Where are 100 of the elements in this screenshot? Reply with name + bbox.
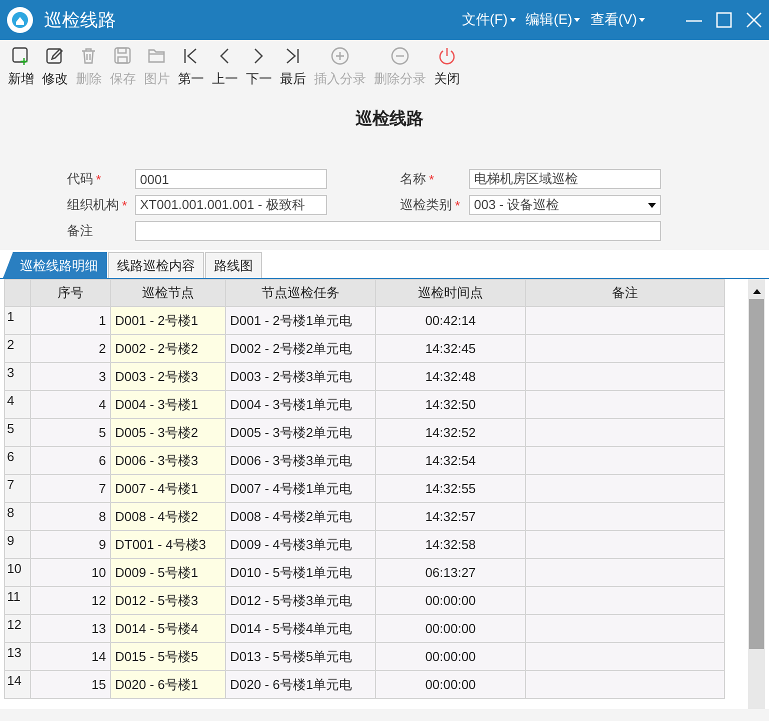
- maximize-icon[interactable]: [715, 11, 733, 29]
- table-cell: 00:00:00: [376, 670, 526, 698]
- input-field[interactable]: [135, 221, 661, 241]
- row-number: 8: [4, 502, 30, 530]
- dropdown-field[interactable]: 003 - 设备巡检: [469, 195, 661, 215]
- column-header[interactable]: 巡检时间点: [376, 280, 526, 306]
- table-cell: D003 - 2号楼3: [110, 362, 226, 390]
- table-cell: 00:42:14: [376, 306, 526, 334]
- dropdown-caret-icon: [648, 202, 656, 208]
- tab[interactable]: 巡检线路明细: [3, 252, 107, 278]
- table-cell: D020 - 6号楼1: [110, 670, 226, 698]
- field-label: 代码: [67, 170, 93, 188]
- row-number: 9: [4, 530, 30, 558]
- field-label: 组织机构: [67, 196, 119, 214]
- input-field[interactable]: 0001: [135, 169, 327, 189]
- toolbar-button[interactable]: 上一: [208, 44, 242, 95]
- toolbar-button[interactable]: 关闭: [430, 44, 464, 95]
- table-cell: 00:00:00: [376, 586, 526, 614]
- input-field[interactable]: XT001.001.001.001 - 极致科: [135, 195, 327, 215]
- toolbar-button[interactable]: 第一: [174, 44, 208, 95]
- table-cell: 14:32:55: [376, 474, 526, 502]
- table-cell: 3: [30, 362, 110, 390]
- table-cell: D007 - 4号楼1: [110, 474, 226, 502]
- table-cell: 6: [30, 446, 110, 474]
- save-icon: [113, 46, 133, 66]
- table-cell: 14:32:52: [376, 418, 526, 446]
- table-cell: 00:00:00: [376, 614, 526, 642]
- row-number: 3: [4, 362, 30, 390]
- table-cell: D003 - 2号楼3单元电: [226, 362, 376, 390]
- table-cell: 14:32:57: [376, 502, 526, 530]
- field-label: 巡检类别: [400, 196, 452, 214]
- table-cell: 5: [30, 418, 110, 446]
- row-number: 12: [4, 614, 30, 642]
- table-cell: D007 - 4号楼1单元电: [226, 474, 376, 502]
- table-cell: D005 - 3号楼2单元电: [226, 418, 376, 446]
- tab[interactable]: 线路巡检内容: [108, 252, 204, 278]
- required-mark: *: [429, 172, 434, 186]
- table-cell: 00:00:00: [376, 642, 526, 670]
- field-label: 名称: [400, 170, 426, 188]
- corner-cell: [4, 280, 30, 306]
- table-cell: 14: [30, 642, 110, 670]
- menu-item[interactable]: 查看(V): [590, 11, 637, 29]
- toolbar-button[interactable]: 修改: [38, 44, 72, 95]
- menu-item[interactable]: 文件(F): [462, 11, 508, 29]
- table-cell: D005 - 3号楼2: [110, 418, 226, 446]
- scroll-up-icon[interactable]: [752, 289, 760, 295]
- table-cell: 7: [30, 474, 110, 502]
- table-cell: 9: [30, 530, 110, 558]
- table-cell: 10: [30, 558, 110, 586]
- row-number: 5: [4, 418, 30, 446]
- table-cell: D014 - 5号楼4单元电: [226, 614, 376, 642]
- table-cell: D006 - 3号楼3单元电: [226, 446, 376, 474]
- table-cell: D001 - 2号楼1: [110, 306, 226, 334]
- table-cell: D004 - 3号楼1单元电: [226, 390, 376, 418]
- plus-circle-icon: [330, 46, 350, 66]
- table-cell: D012 - 5号楼3单元电: [226, 586, 376, 614]
- column-header[interactable]: 序号: [30, 280, 110, 306]
- page-heading: 巡检线路: [354, 108, 424, 130]
- column-header[interactable]: 巡检节点: [110, 280, 226, 306]
- toolbar-button[interactable]: 新增: [4, 44, 38, 95]
- table-cell: 1: [30, 306, 110, 334]
- table-cell: 14:32:48: [376, 362, 526, 390]
- minus-circle-icon: [390, 46, 410, 66]
- table-cell: D008 - 4号楼2: [110, 502, 226, 530]
- table-cell: D020 - 6号楼1单元电: [226, 670, 376, 698]
- edit-icon: [45, 46, 65, 66]
- table-cell: D004 - 3号楼1: [110, 390, 226, 418]
- table-cell: D014 - 5号楼4: [110, 614, 226, 642]
- table-cell: 4: [30, 390, 110, 418]
- row-number: 4: [4, 390, 30, 418]
- row-number: 10: [4, 558, 30, 586]
- table-cell: 15: [30, 670, 110, 698]
- table-cell: 12: [30, 586, 110, 614]
- row-number: 14: [4, 670, 30, 698]
- table-cell: D001 - 2号楼1单元电: [226, 306, 376, 334]
- tab[interactable]: 路线图: [205, 252, 262, 278]
- app-logo-icon: [6, 6, 34, 34]
- table-cell: D002 - 2号楼2单元电: [226, 334, 376, 362]
- table-cell: 13: [30, 614, 110, 642]
- table-cell: D009 - 4号楼3单元电: [226, 530, 376, 558]
- column-header[interactable]: 备注: [526, 280, 724, 306]
- window-title: 巡检线路: [44, 9, 117, 32]
- table-cell: 14:32:58: [376, 530, 526, 558]
- caret-icon: [639, 18, 645, 22]
- table-cell: D009 - 5号楼1: [110, 558, 226, 586]
- row-number: 2: [4, 334, 30, 362]
- scrollbar[interactable]: [748, 279, 765, 709]
- row-number: 11: [4, 586, 30, 614]
- column-header[interactable]: 节点巡检任务: [226, 280, 376, 306]
- table-cell: 14:32:45: [376, 334, 526, 362]
- menu-item[interactable]: 编辑(E): [526, 11, 572, 29]
- close-icon[interactable]: [745, 11, 763, 29]
- row-number: 7: [4, 474, 30, 502]
- caret-icon: [510, 18, 516, 22]
- table-cell: D008 - 4号楼2单元电: [226, 502, 376, 530]
- input-field[interactable]: 电梯机房区域巡检: [469, 169, 661, 189]
- toolbar-button[interactable]: 下一: [242, 44, 276, 95]
- row-number: 1: [4, 306, 30, 334]
- toolbar-button[interactable]: 最后: [276, 44, 310, 95]
- field-label: 备注: [67, 222, 93, 240]
